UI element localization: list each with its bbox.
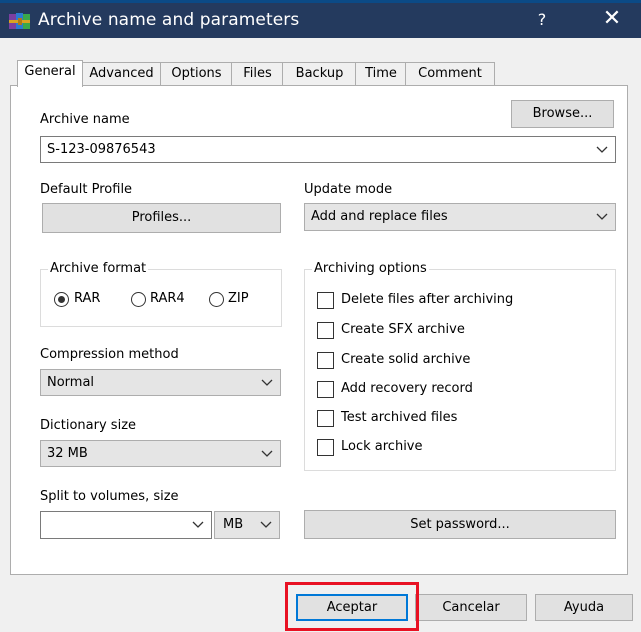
radio-rar4-label[interactable]: RAR4 xyxy=(150,291,185,306)
split-volumes-label: Split to volumes, size xyxy=(40,489,179,504)
tab-options[interactable]: Options xyxy=(160,62,233,86)
radio-zip-label[interactable]: ZIP xyxy=(228,291,249,306)
tab-general[interactable]: General xyxy=(17,60,83,87)
archive-name-value: S-123-09876543 xyxy=(47,142,156,157)
compression-method-value: Normal xyxy=(47,375,95,390)
tab-advanced[interactable]: Advanced xyxy=(81,62,162,86)
dictionary-size-select[interactable]: 32 MB xyxy=(40,440,281,467)
split-size-combo[interactable] xyxy=(40,511,212,539)
compression-method-select[interactable]: Normal xyxy=(40,369,281,396)
tab-backup[interactable]: Backup xyxy=(282,62,357,86)
tab-files[interactable]: Files xyxy=(231,62,284,86)
title-bar-accent xyxy=(0,0,641,3)
checkbox-delete-files-label[interactable]: Delete files after archiving xyxy=(341,292,513,307)
checkbox-add-recovery-label[interactable]: Add recovery record xyxy=(341,381,473,396)
checkbox-add-recovery[interactable] xyxy=(317,381,334,398)
radio-rar-label[interactable]: RAR xyxy=(74,291,100,306)
winrar-app-icon xyxy=(9,13,30,29)
browse-button[interactable]: Browse... xyxy=(511,100,614,128)
archive-name-combo[interactable]: S-123-09876543 xyxy=(40,136,616,163)
update-mode-label: Update mode xyxy=(304,182,393,197)
dictionary-size-label: Dictionary size xyxy=(40,418,137,433)
highlight-box xyxy=(285,582,419,631)
split-unit-value: MB xyxy=(223,517,244,532)
update-mode-select[interactable]: Add and replace files xyxy=(304,203,616,231)
checkbox-delete-files[interactable] xyxy=(317,292,334,309)
profiles-button[interactable]: Profiles... xyxy=(42,203,281,233)
checkbox-test-archived-label[interactable]: Test archived files xyxy=(341,410,457,425)
checkbox-create-solid-label[interactable]: Create solid archive xyxy=(341,352,470,367)
archiving-options-title: Archiving options xyxy=(312,261,429,276)
cancel-button[interactable]: Cancelar xyxy=(415,594,527,621)
tab-time[interactable]: Time xyxy=(355,62,407,86)
checkbox-create-solid[interactable] xyxy=(317,352,334,369)
checkbox-lock-archive[interactable] xyxy=(317,439,334,456)
checkbox-lock-archive-label[interactable]: Lock archive xyxy=(341,439,423,454)
archive-name-label: Archive name xyxy=(40,112,130,127)
archiving-options-group: Archiving options Delete files after arc… xyxy=(304,261,616,471)
window-title: Archive name and parameters xyxy=(38,10,300,30)
archive-format-group: Archive format RAR RAR4 ZIP xyxy=(40,261,282,327)
chevron-down-icon[interactable] xyxy=(260,521,272,529)
split-unit-select[interactable]: MB xyxy=(214,511,280,539)
help-button[interactable]: ? xyxy=(525,5,559,35)
close-button[interactable]: ✕ xyxy=(592,5,632,35)
update-mode-value: Add and replace files xyxy=(311,209,448,224)
radio-selected-dot xyxy=(58,296,65,303)
checkbox-create-sfx[interactable] xyxy=(317,322,334,339)
help-footer-button[interactable]: Ayuda xyxy=(535,594,633,621)
radio-zip[interactable] xyxy=(209,292,224,307)
title-bar: Archive name and parameters ? ✕ xyxy=(0,0,641,38)
chevron-down-icon[interactable] xyxy=(261,450,273,458)
chevron-down-icon[interactable] xyxy=(596,213,608,221)
checkbox-test-archived[interactable] xyxy=(317,410,334,427)
chevron-down-icon[interactable] xyxy=(192,521,204,529)
set-password-button[interactable]: Set password... xyxy=(304,510,616,539)
chevron-down-icon[interactable] xyxy=(596,146,608,154)
archive-format-title: Archive format xyxy=(48,261,149,276)
general-tab-panel: Archive name Browse... S-123-09876543 De… xyxy=(10,85,628,575)
dictionary-size-value: 32 MB xyxy=(47,446,88,461)
radio-rar[interactable] xyxy=(54,292,69,307)
tab-comment[interactable]: Comment xyxy=(405,62,495,86)
radio-rar4[interactable] xyxy=(131,292,146,307)
checkbox-create-sfx-label[interactable]: Create SFX archive xyxy=(341,322,465,337)
compression-method-label: Compression method xyxy=(40,347,179,362)
default-profile-label: Default Profile xyxy=(40,182,133,197)
chevron-down-icon[interactable] xyxy=(261,379,273,387)
